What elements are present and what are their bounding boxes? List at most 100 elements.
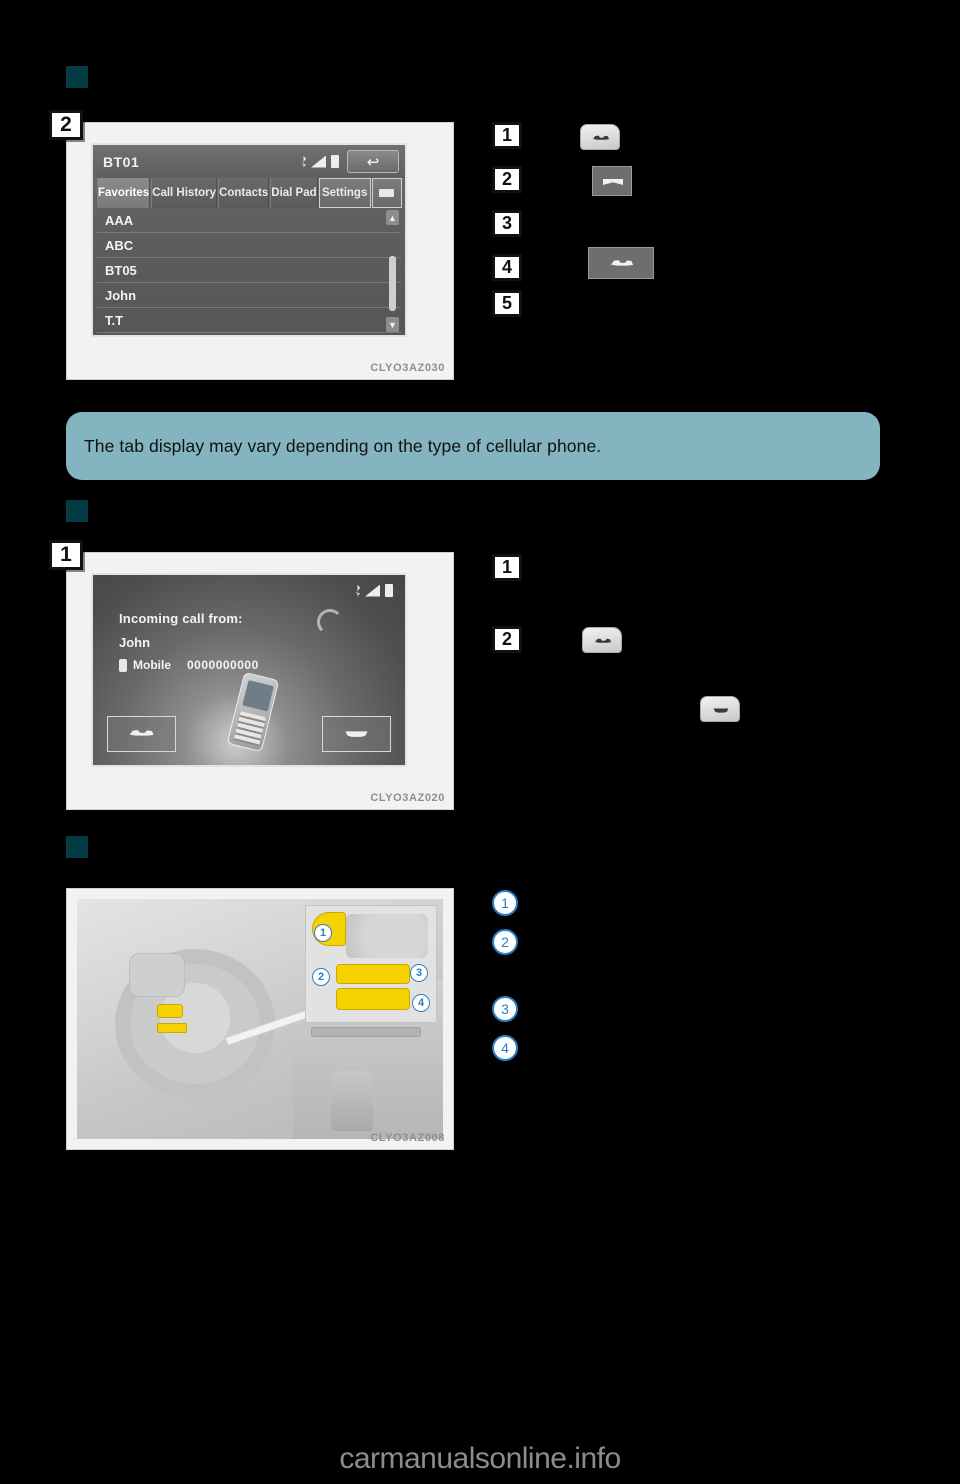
- mobile-phone-icon: [119, 658, 127, 672]
- end-call-icon: [345, 731, 368, 737]
- tab-settings[interactable]: Settings: [318, 178, 371, 208]
- scroll-thumb[interactable]: [389, 256, 396, 311]
- site-watermark: carmanualsonline.info: [339, 1442, 621, 1475]
- signal-strength-icon: [311, 155, 326, 168]
- figure-code-3: CLYO3AZ008: [370, 1132, 445, 1144]
- section-heading-2: [66, 500, 98, 522]
- switch-stalk: [346, 914, 428, 958]
- bluetooth-icon: [355, 584, 360, 597]
- callout-3-4: 4: [492, 1035, 532, 1061]
- figure-pin-3: 3: [410, 964, 428, 982]
- manual-page: 2 BT01 ↩ Favorites Call History Contacts…: [0, 0, 960, 1484]
- figure-code-2: CLYO3AZ020: [370, 792, 445, 804]
- list-item[interactable]: T.T: [97, 308, 401, 333]
- callout-1-5: 5: [492, 290, 536, 317]
- console-slot: [311, 1027, 421, 1037]
- nav-screen-header: BT01 ↩: [93, 145, 405, 178]
- callout-number: 3: [492, 210, 522, 237]
- vehicle-interior-illustration: 1 2 3 4: [77, 899, 443, 1139]
- figure-pin-2: 2: [312, 968, 330, 986]
- callout-number: 1: [492, 554, 522, 581]
- switch-detail-inset: 1 2 3 4: [305, 905, 437, 1023]
- steering-wheel-hub: [129, 953, 185, 997]
- callout-number: 2: [492, 626, 522, 653]
- end-call-button[interactable]: [322, 716, 391, 752]
- favorites-list: AAA ABC BT05 John T.T ▲ ▼: [93, 208, 405, 333]
- section-heading-3: [66, 836, 98, 858]
- talk-switch-highlight: [336, 988, 410, 1010]
- signal-strength-icon: [365, 584, 380, 597]
- callout-number: 1: [492, 122, 522, 149]
- callout-3-3: 3: [492, 996, 532, 1022]
- caller-number-row: Mobile 0000000000: [119, 658, 259, 672]
- callout-number: 3: [492, 996, 518, 1022]
- info-note-text: The tab display may vary depending on th…: [84, 435, 602, 456]
- callout-number: 4: [492, 254, 522, 281]
- gear-shifter: [331, 1071, 373, 1131]
- phone-tabs: Favorites Call History Contacts Dial Pad…: [93, 178, 405, 208]
- tab-call-history[interactable]: Call History: [151, 178, 218, 208]
- heading-marker-icon: [66, 66, 88, 88]
- figure-code-1: CLYO3AZ030: [370, 362, 445, 374]
- steering-hangup-switch-icon: [700, 696, 740, 722]
- figure-badge-2: 1: [49, 540, 83, 570]
- battery-icon: [331, 155, 339, 168]
- callout-1-4: 4: [492, 254, 536, 281]
- figure-steering-switches: 1 2 3 4 CLYO3AZ008: [66, 888, 454, 1150]
- bluetooth-icon: [301, 155, 306, 168]
- callout-number: 5: [492, 290, 522, 317]
- ringing-spinner-icon: [317, 609, 343, 635]
- incoming-call-label: Incoming call from:: [119, 611, 243, 626]
- figure-badge-1: 2: [49, 110, 83, 140]
- offhook-button-icon: [588, 247, 654, 279]
- steering-call-switch-icon: [580, 124, 620, 150]
- tab-favorites[interactable]: Favorites: [97, 178, 151, 208]
- scroll-up-icon[interactable]: ▲: [386, 210, 399, 225]
- callout-number: 2: [492, 166, 522, 193]
- status-icons: [355, 584, 393, 597]
- status-icons: [301, 155, 339, 168]
- figure-pin-4: 4: [412, 994, 430, 1012]
- callout-1-3: 3: [492, 210, 536, 237]
- figure-phone-favorites: 2 BT01 ↩ Favorites Call History Contacts…: [49, 110, 454, 380]
- list-item[interactable]: John: [97, 283, 401, 308]
- scroll-down-icon[interactable]: ▼: [386, 317, 399, 332]
- callout-1-2: 2: [492, 166, 536, 193]
- steering-call-switch-icon: [582, 627, 622, 653]
- steering-switch-group-lower: [157, 1023, 187, 1033]
- answer-call-button[interactable]: [107, 716, 176, 752]
- callout-3-2: 2: [492, 929, 532, 955]
- nav-screen-favorites: BT01 ↩ Favorites Call History Contacts D…: [91, 143, 407, 337]
- list-item[interactable]: AAA: [97, 208, 401, 233]
- call-switch-highlight: [336, 964, 410, 984]
- callout-number: 4: [492, 1035, 518, 1061]
- minimize-icon[interactable]: [371, 178, 402, 208]
- cellphone-illustration: [226, 671, 280, 753]
- number-type-label: Mobile: [133, 658, 171, 672]
- hangup-button-icon: [592, 166, 632, 196]
- incoming-call-screen: Incoming call from: John Mobile 00000000…: [91, 573, 407, 767]
- tab-contacts[interactable]: Contacts: [218, 178, 270, 208]
- list-item[interactable]: ABC: [97, 233, 401, 258]
- back-button[interactable]: ↩: [347, 150, 399, 173]
- list-item[interactable]: BT05: [97, 258, 401, 283]
- figure-pin-1: 1: [314, 924, 332, 942]
- figure-incoming-call: 1 Incoming call from: John Mobile 000000…: [49, 540, 454, 810]
- caller-info: Incoming call from: John Mobile 00000000…: [119, 611, 259, 672]
- callout-1-1: 1: [492, 122, 536, 149]
- list-scrollbar[interactable]: ▲ ▼: [386, 210, 399, 332]
- callout-2-2: 2: [492, 626, 536, 653]
- caller-name: John: [119, 635, 151, 650]
- tab-dial-pad[interactable]: Dial Pad: [270, 178, 318, 208]
- answer-call-icon: [129, 730, 154, 736]
- info-note-box: The tab display may vary depending on th…: [66, 412, 880, 480]
- battery-icon: [385, 584, 393, 597]
- callout-3-1: 1: [492, 890, 532, 916]
- heading-marker-icon: [66, 500, 88, 522]
- callout-number: 2: [492, 929, 518, 955]
- phone-number: 0000000000: [187, 658, 259, 672]
- callout-number: 1: [492, 890, 518, 916]
- heading-marker-icon: [66, 836, 88, 858]
- steering-switch-group-upper: [157, 1004, 183, 1018]
- device-name-label: BT01: [103, 153, 140, 170]
